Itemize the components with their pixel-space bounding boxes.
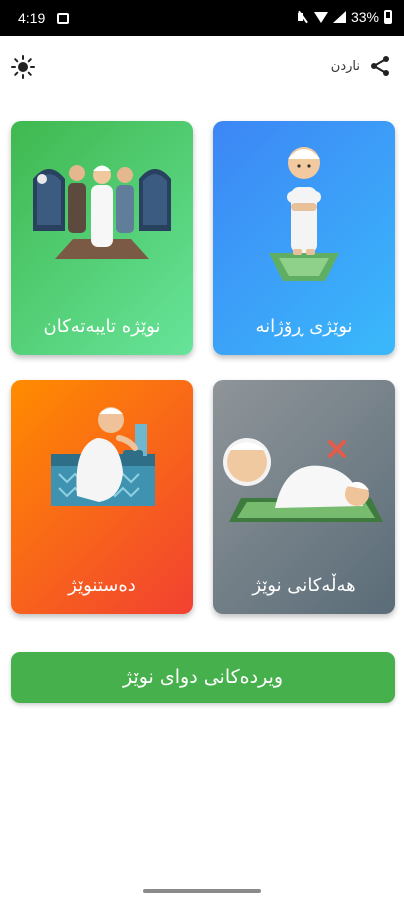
gesture-nav-handle[interactable] xyxy=(143,889,261,893)
signal-icon xyxy=(332,10,346,24)
standing-prayer-illustration xyxy=(213,121,395,296)
brightness-icon[interactable] xyxy=(10,54,36,80)
after-prayer-dhikr-button[interactable]: ویردەکانی دوای نوێژ xyxy=(11,652,395,703)
gallery-icon xyxy=(57,13,69,24)
prostration-mistake-illustration xyxy=(213,380,395,555)
battery-percent: 33% xyxy=(350,9,379,25)
status-time: 4:19 xyxy=(18,10,46,26)
special-prayers-card[interactable]: نوێژە تایبەتەکان xyxy=(11,121,193,355)
prayer-mistakes-label: هەڵەکانی نوێژ xyxy=(252,575,356,596)
mute-icon xyxy=(297,10,309,24)
daily-prayer-card[interactable]: نوێژی ڕۆژانە xyxy=(213,121,395,355)
special-prayers-label: نوێژە تایبەتەکان xyxy=(43,316,161,337)
group-prayer-illustration xyxy=(11,121,193,296)
app-toolbar: ناردن xyxy=(0,36,404,100)
status-bar: 4:19 33% xyxy=(0,0,404,36)
status-icons: 33% xyxy=(297,9,392,25)
prayer-mistakes-card[interactable]: هەڵەکانی نوێژ xyxy=(213,380,395,614)
wifi-icon xyxy=(313,10,328,24)
share-icon xyxy=(368,54,392,78)
ablution-label: دەستنوێژ xyxy=(68,575,136,596)
ablution-illustration xyxy=(11,380,193,555)
share-label: ناردن xyxy=(330,58,360,74)
ablution-card[interactable]: دەستنوێژ xyxy=(11,380,193,614)
daily-prayer-label: نوێژی ڕۆژانە xyxy=(255,316,353,337)
share-button[interactable]: ناردن xyxy=(331,54,392,78)
battery-icon xyxy=(384,10,392,24)
